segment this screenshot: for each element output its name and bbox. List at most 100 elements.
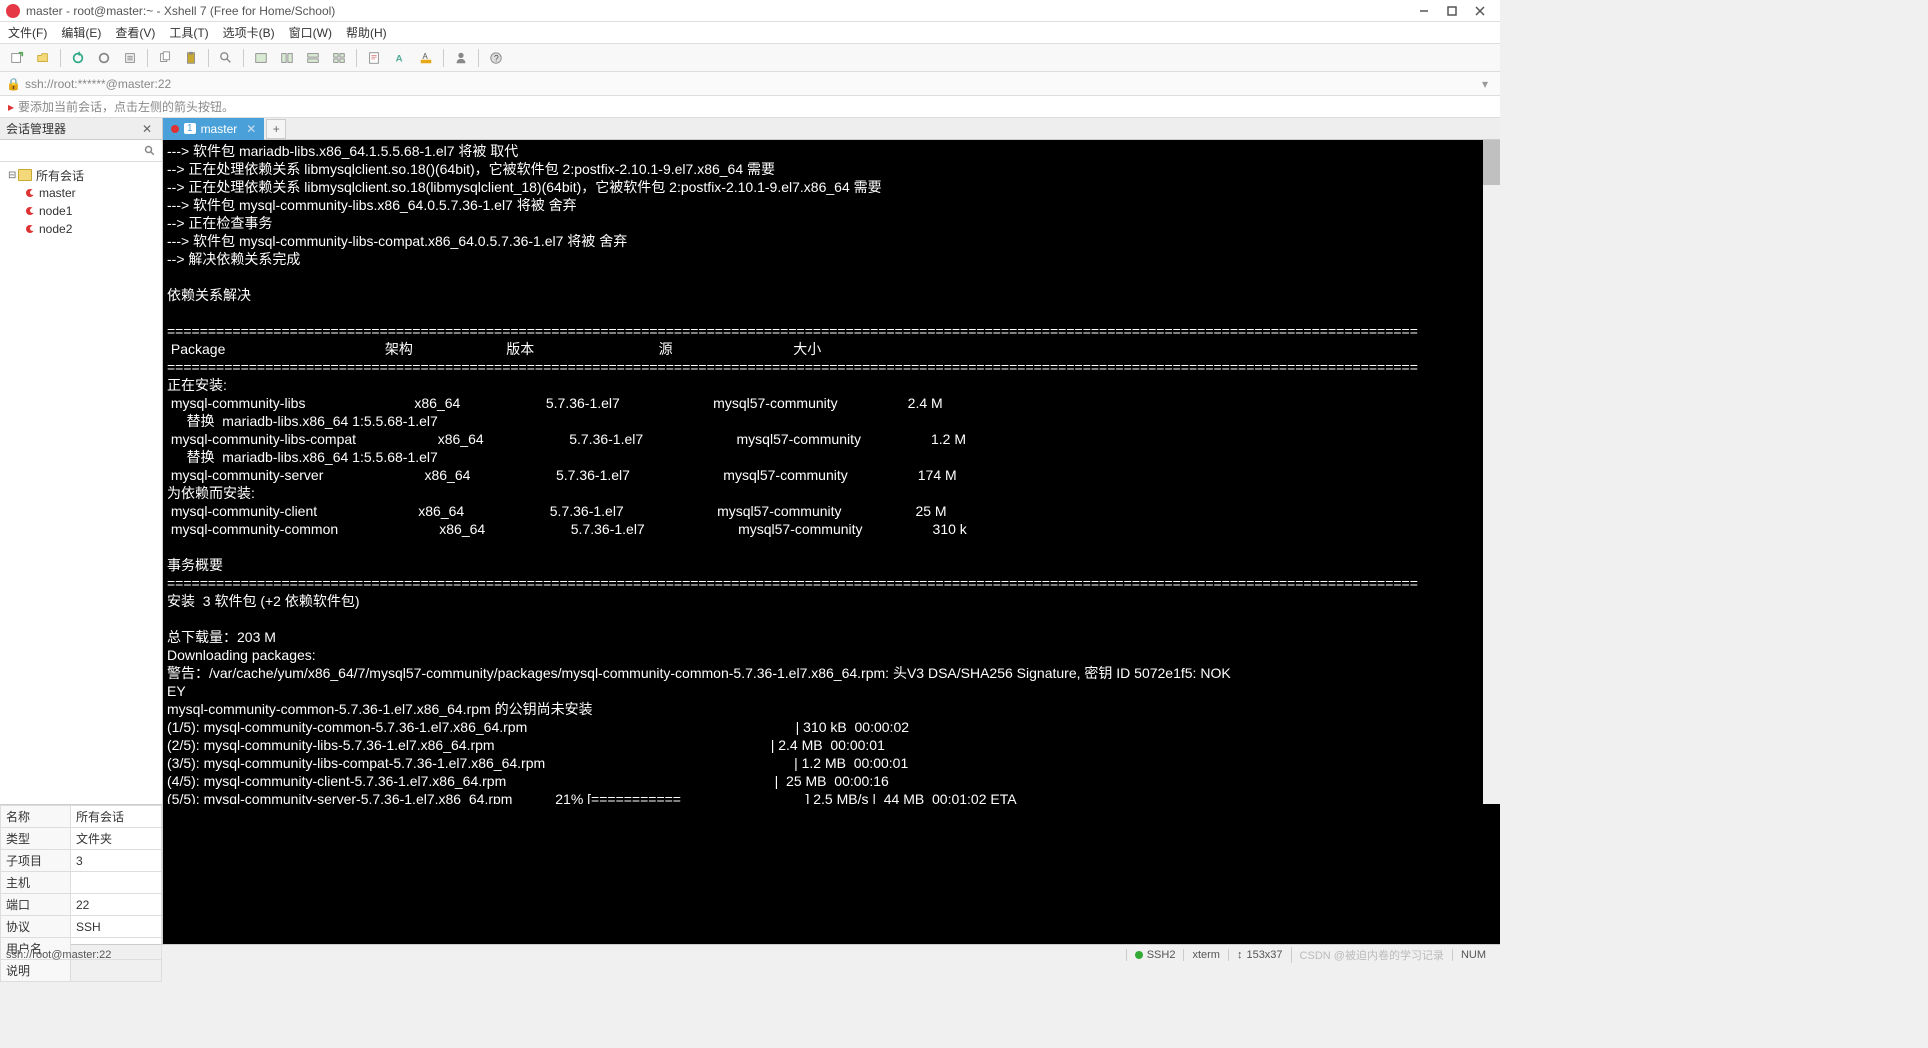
flag-icon: ▸ [8,100,14,114]
tree-node-label: node2 [39,222,72,236]
app-logo-icon [6,4,20,18]
toolbar: A A ? [0,44,1500,72]
address-dropdown-icon[interactable]: ▾ [1476,77,1494,91]
terminal-line: (4/5): mysql-community-client-5.7.36-1.e… [167,772,1496,790]
terminal-line: mysql-community-libs x86_64 5.7.36-1.el7… [167,394,1496,412]
terminal-pane: 1 master ✕ + ---> 软件包 mariadb-libs.x86_6… [163,118,1500,804]
address-text[interactable]: ssh://root:******@master:22 [25,77,1476,91]
terminal-line: Downloading packages: [167,646,1496,664]
tree-root[interactable]: ⊟ 所有会话 [4,166,158,184]
terminal-line: 为依赖而安装: [167,484,1496,502]
find-icon[interactable] [215,47,237,69]
terminal-line: ========================================… [167,322,1496,340]
status-caps: NUM [1452,949,1494,961]
lock-icon: 🔒 [6,77,21,91]
status-term: xterm [1183,949,1228,961]
menu-edit[interactable]: 编辑(E) [61,24,101,41]
menu-window[interactable]: 窗口(W) [289,24,332,41]
scrollbar-thumb[interactable] [1483,140,1500,185]
script-icon[interactable] [363,47,385,69]
collapse-icon[interactable]: ⊟ [8,170,18,181]
prop-label-subitems: 子项目 [1,850,71,872]
terminal-line: 总下载量：203 M [167,628,1496,646]
maximize-button[interactable] [1438,2,1466,20]
sidebar-title: 会话管理器 [6,120,138,137]
status-ssh: SSH2 [1126,949,1184,961]
connection-icon [26,207,34,215]
close-button[interactable] [1466,2,1494,20]
tab-status-icon [171,125,179,133]
tab-label: master [201,122,238,136]
tab-index: 1 [184,123,196,134]
tab-bar: 1 master ✕ + [163,118,1500,140]
terminal-line: mysql-community-libs-compat x86_64 5.7.3… [167,430,1496,448]
terminal-line: EY [167,682,1496,700]
layout1-icon[interactable] [250,47,272,69]
info-text: 要添加当前会话，点击左侧的箭头按钮。 [18,98,234,115]
disconnect-icon[interactable] [93,47,115,69]
tab-close-icon[interactable]: ✕ [242,122,256,136]
address-bar: 🔒 ssh://root:******@master:22 ▾ [0,72,1500,96]
layout4-icon[interactable] [328,47,350,69]
layout3-icon[interactable] [302,47,324,69]
window-titlebar: master - root@master:~ - Xshell 7 (Free … [0,0,1500,22]
prop-label-desc: 说明 [1,960,71,982]
tree-node-node1[interactable]: node1 [4,202,158,220]
terminal-line: --> 解决依赖关系完成 [167,250,1496,268]
bottom-area: 名称所有会话 类型文件夹 子项目3 主机 端口22 协议SSH 用户名 说明 [0,804,1500,944]
terminal-line: ---> 软件包 mysql-community-libs-compat.x86… [167,232,1496,250]
terminal-output[interactable]: ---> 软件包 mariadb-libs.x86_64.1.5.5.68-1.… [163,140,1500,804]
terminal-line: mysql-community-server x86_64 5.7.36-1.e… [167,466,1496,484]
font-icon[interactable]: A [389,47,411,69]
terminal-line: --> 正在检查事务 [167,214,1496,232]
session-manager-panel: 会话管理器 ✕ ⊟ 所有会话 master node1 node2 [0,118,163,804]
terminal-line: 警告：/var/cache/yum/x86_64/7/mysql57-commu… [167,664,1496,682]
open-session-icon[interactable] [32,47,54,69]
toolbar-separator [356,49,357,67]
prop-value-subitems: 3 [71,850,162,872]
terminal-line: ---> 软件包 mariadb-libs.x86_64.1.5.5.68-1.… [167,142,1496,160]
toolbar-separator [243,49,244,67]
terminal-line: ========================================… [167,358,1496,376]
prop-value-desc [71,960,162,982]
menu-tools[interactable]: 工具(T) [169,24,208,41]
menu-help[interactable]: 帮助(H) [346,24,387,41]
minimize-button[interactable] [1410,2,1438,20]
info-bar: ▸ 要添加当前会话，点击左侧的箭头按钮。 [0,96,1500,118]
tab-master[interactable]: 1 master ✕ [163,118,264,140]
toolbar-separator [60,49,61,67]
property-grid: 名称所有会话 类型文件夹 子项目3 主机 端口22 协议SSH 用户名 说明 [0,804,163,944]
menu-tabs[interactable]: 选项卡(B) [223,24,275,41]
copy-icon[interactable] [154,47,176,69]
terminal-line: --> 正在处理依赖关系 libmysqlclient.so.18()(64bi… [167,160,1496,178]
layout2-icon[interactable] [276,47,298,69]
tree-node-node2[interactable]: node2 [4,220,158,238]
new-session-icon[interactable] [6,47,28,69]
terminal-scrollbar[interactable] [1483,140,1500,804]
user-icon[interactable] [450,47,472,69]
main-area: 会话管理器 ✕ ⊟ 所有会话 master node1 node2 [0,118,1500,804]
menu-view[interactable]: 查看(V) [115,24,155,41]
color-icon[interactable]: A [415,47,437,69]
toolbar-separator [443,49,444,67]
reconnect-icon[interactable] [67,47,89,69]
sidebar-close-icon[interactable]: ✕ [138,122,156,136]
menubar: 文件(F) 编辑(E) 查看(V) 工具(T) 选项卡(B) 窗口(W) 帮助(… [0,22,1500,44]
terminal-line: (5/5): mysql-community-server-5.7.36-1.e… [167,790,1496,804]
terminal-line: mysql-community-common-5.7.36-1.el7.x86_… [167,700,1496,718]
toolbar-separator [208,49,209,67]
terminal-line [167,304,1496,322]
paste-icon[interactable] [180,47,202,69]
tree-node-master[interactable]: master [4,184,158,202]
toolbar-separator [478,49,479,67]
status-connection: ssh://root@master:22 [6,949,1126,961]
folder-icon [18,169,32,181]
menu-file[interactable]: 文件(F) [8,24,47,41]
tree-node-label: node1 [39,204,72,218]
add-tab-button[interactable]: + [266,119,286,139]
prop-label-host: 主机 [1,872,71,894]
properties-icon[interactable] [119,47,141,69]
sidebar-filter[interactable] [0,140,162,162]
help-icon[interactable]: ? [485,47,507,69]
prop-label-name: 名称 [1,806,71,828]
